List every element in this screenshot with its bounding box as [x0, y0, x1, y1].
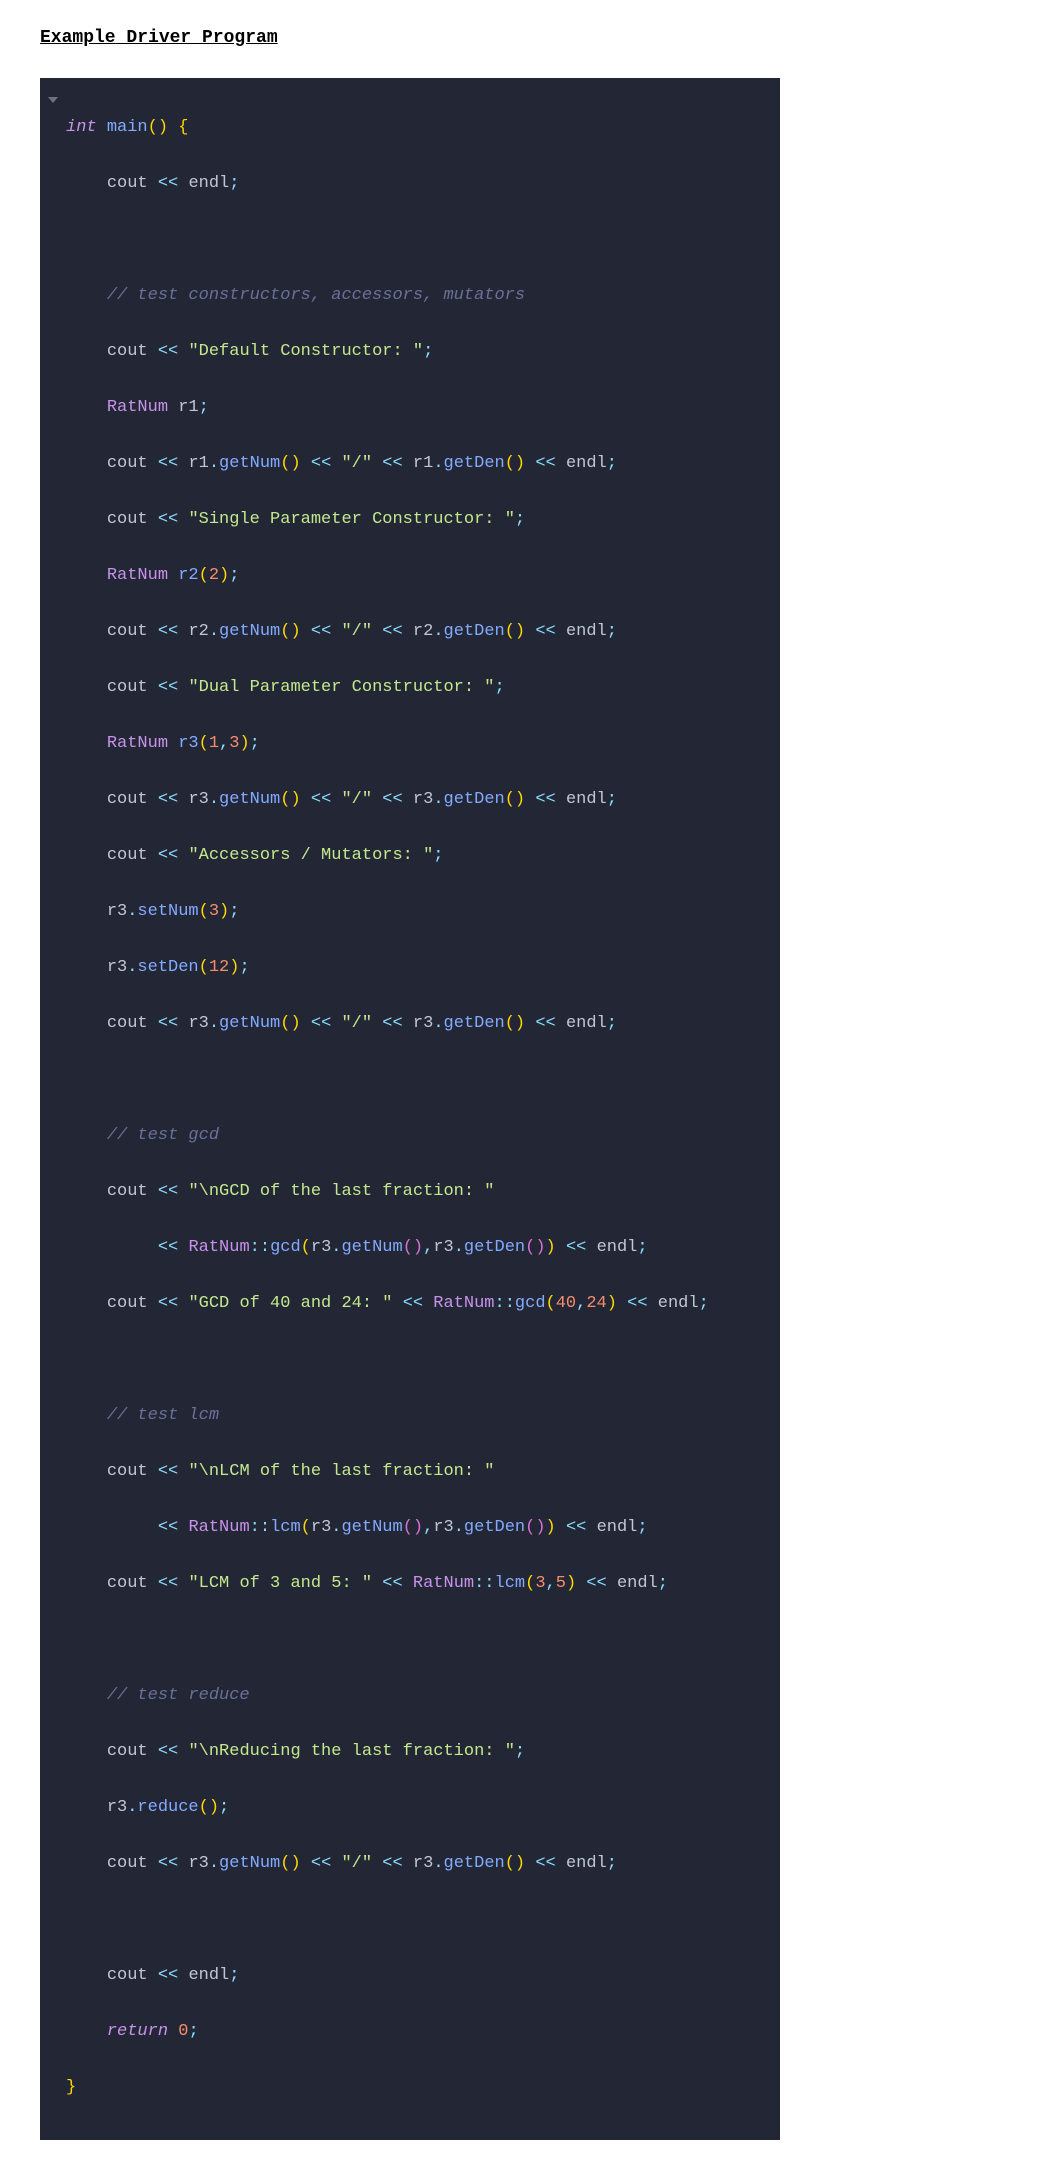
blank-line	[66, 1906, 762, 1934]
code-line: // test reduce	[66, 1682, 762, 1710]
code-line: return 0;	[66, 2018, 762, 2046]
blank-line	[66, 1346, 762, 1374]
code-line: cout << endl;	[66, 170, 762, 198]
blank-line	[66, 226, 762, 254]
code-line: cout << "\nGCD of the last fraction: "	[66, 1178, 762, 1206]
code-line: cout << r3.getNum() << "/" << r3.getDen(…	[66, 1010, 762, 1038]
blank-line	[66, 1066, 762, 1094]
section-heading: Example Driver Program	[40, 28, 1002, 48]
code-line: cout << "Single Parameter Constructor: "…	[66, 506, 762, 534]
code-line: cout << "\nReducing the last fraction: "…	[66, 1738, 762, 1766]
code-line: cout << "Dual Parameter Constructor: ";	[66, 674, 762, 702]
code-line: cout << "\nLCM of the last fraction: "	[66, 1458, 762, 1486]
code-line: // test constructors, accessors, mutator…	[66, 282, 762, 310]
fold-chevron-icon[interactable]	[46, 96, 56, 106]
code-line: cout << endl;	[66, 1962, 762, 1990]
code-line: << RatNum::gcd(r3.getNum(),r3.getDen()) …	[66, 1234, 762, 1262]
code-line: cout << "LCM of 3 and 5: " << RatNum::lc…	[66, 1570, 762, 1598]
code-line: cout << "GCD of 40 and 24: " << RatNum::…	[66, 1290, 762, 1318]
code-line: RatNum r3(1,3);	[66, 730, 762, 758]
code-editor: int main() { cout << endl; // test const…	[40, 78, 780, 2140]
code-line: r3.setNum(3);	[66, 898, 762, 926]
code-line: // test lcm	[66, 1402, 762, 1430]
code-line: cout << r1.getNum() << "/" << r1.getDen(…	[66, 450, 762, 478]
code-line: int main() {	[66, 114, 762, 142]
code-line: r3.setDen(12);	[66, 954, 762, 982]
gutter	[40, 86, 66, 2130]
code-line: cout << "Accessors / Mutators: ";	[66, 842, 762, 870]
code-line: r3.reduce();	[66, 1794, 762, 1822]
code-line: cout << r3.getNum() << "/" << r3.getDen(…	[66, 1850, 762, 1878]
code-area: int main() { cout << endl; // test const…	[66, 86, 780, 2130]
code-line: }	[66, 2074, 762, 2102]
code-line: cout << r3.getNum() << "/" << r3.getDen(…	[66, 786, 762, 814]
code-line: cout << "Default Constructor: ";	[66, 338, 762, 366]
blank-line	[66, 1626, 762, 1654]
code-line: << RatNum::lcm(r3.getNum(),r3.getDen()) …	[66, 1514, 762, 1542]
code-line: RatNum r2(2);	[66, 562, 762, 590]
code-line: RatNum r1;	[66, 394, 762, 422]
code-line: // test gcd	[66, 1122, 762, 1150]
code-line: cout << r2.getNum() << "/" << r2.getDen(…	[66, 618, 762, 646]
